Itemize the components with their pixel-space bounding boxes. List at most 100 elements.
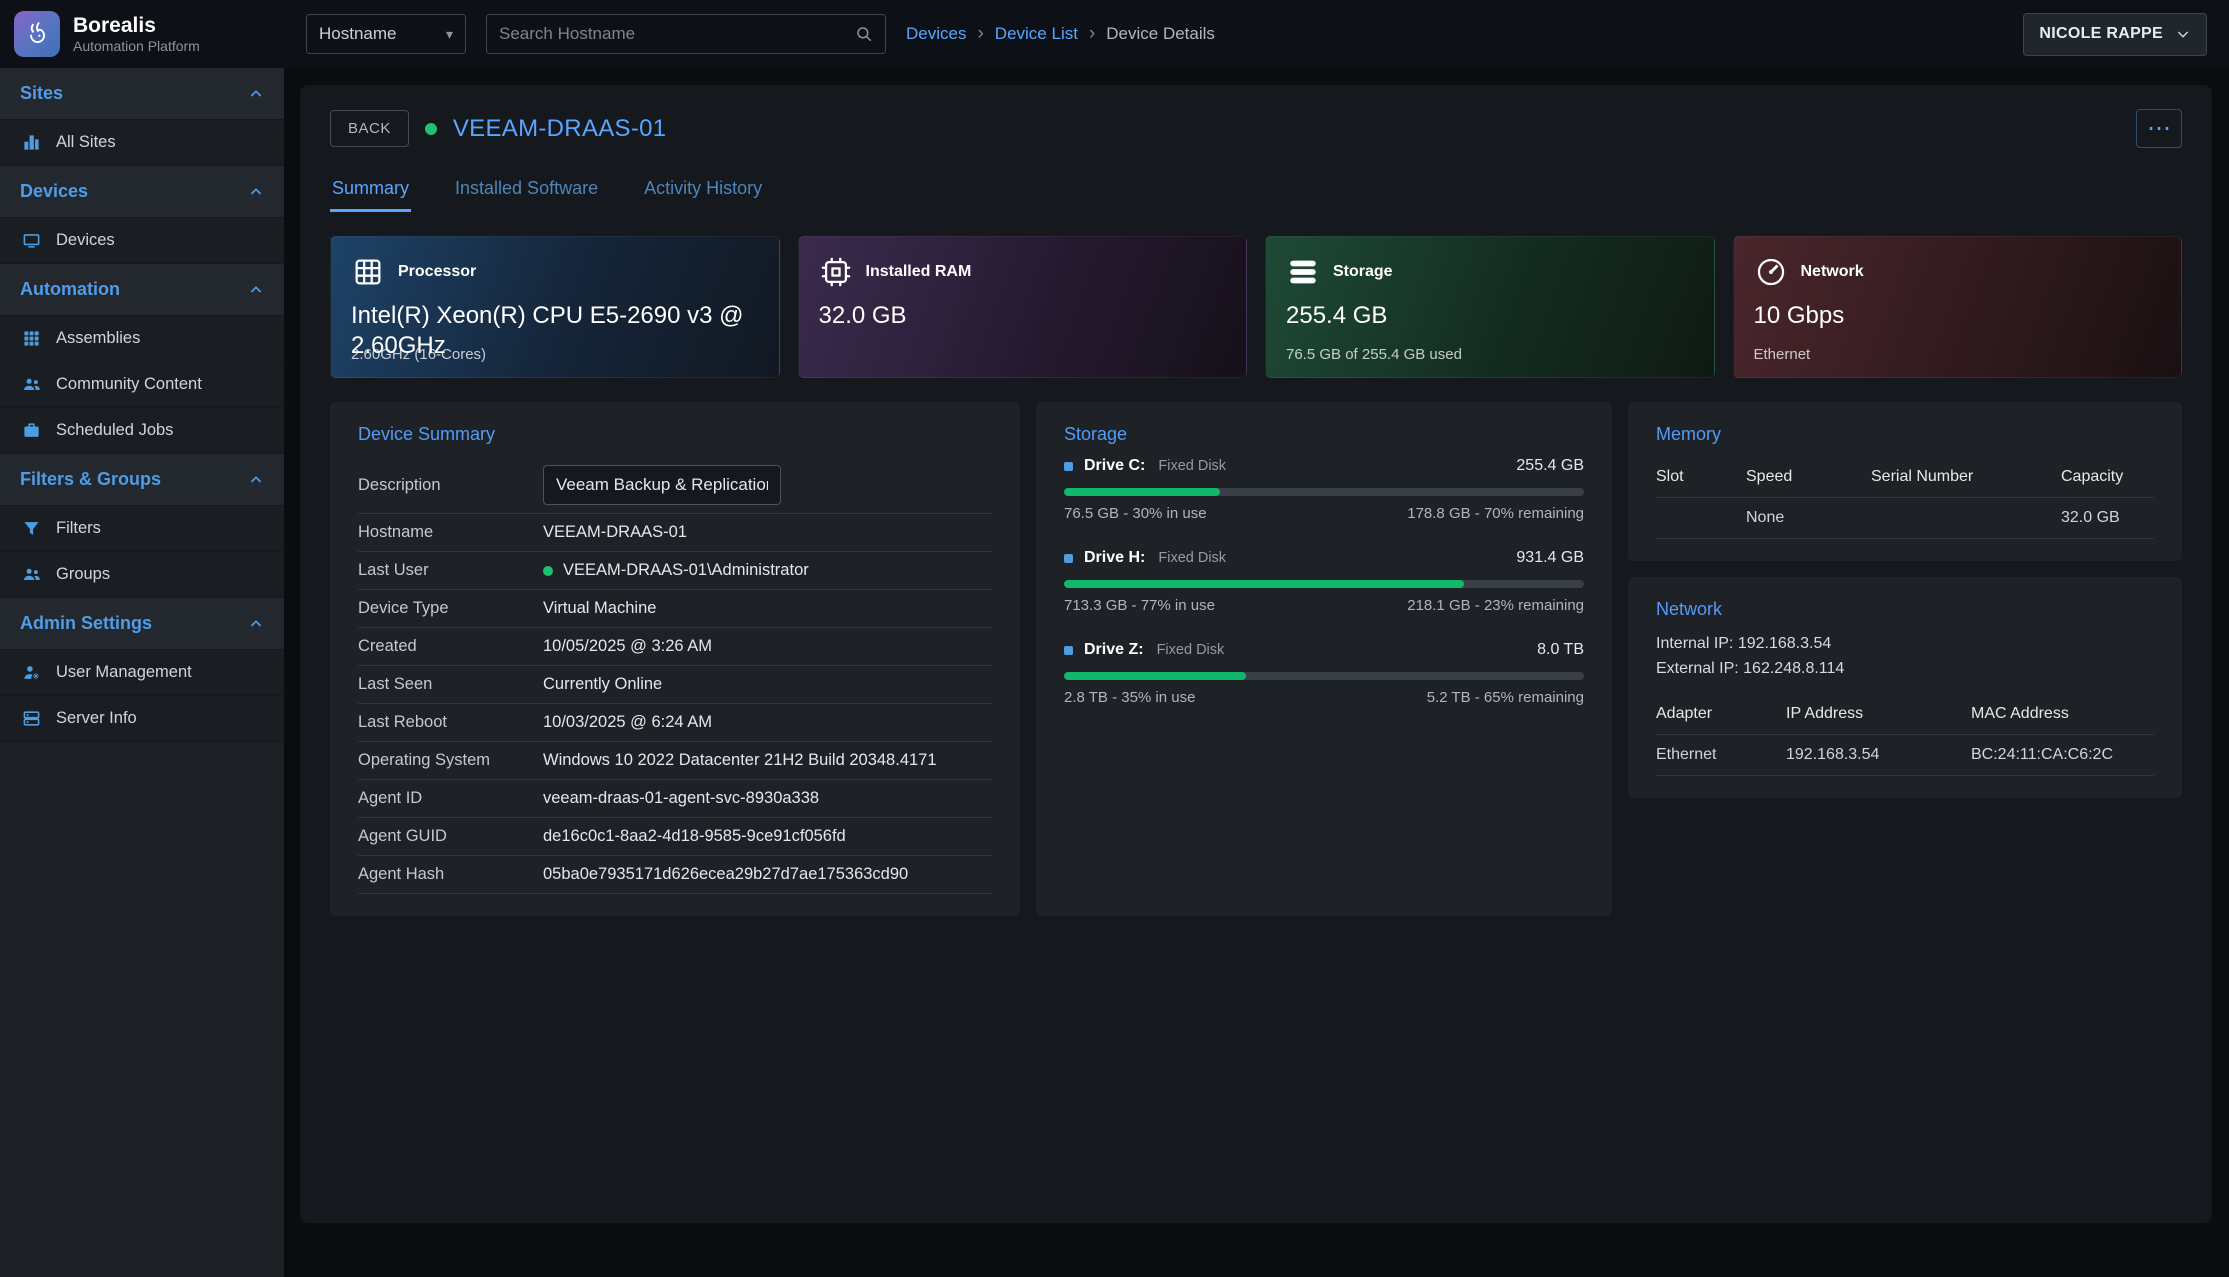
device-summary-card: Device Summary Description Hostname VEEA…: [330, 402, 1020, 916]
drive-type: Fixed Disk: [1157, 642, 1225, 658]
community-people-icon: [22, 375, 41, 394]
sidebar-item-devices[interactable]: Devices: [0, 218, 284, 264]
storage-card: Storage 255.4 GB 76.5 GB of 255.4 GB use…: [1265, 236, 1715, 378]
sidebar: Sites All Sites Devices Devices Automati…: [0, 68, 284, 1277]
row-label: Description: [358, 476, 543, 495]
section-label: Filters & Groups: [20, 469, 161, 490]
column-header: Adapter: [1656, 705, 1786, 723]
row-label: Created: [358, 637, 543, 656]
row-label: Hostname: [358, 523, 543, 542]
stat-card-label: Installed RAM: [866, 263, 972, 281]
drive-bullet-icon: [1064, 646, 1073, 655]
row-value: Virtual Machine: [543, 599, 656, 618]
sidebar-item-server-info[interactable]: Server Info: [0, 696, 284, 742]
hostname-filter-label: Hostname: [319, 24, 396, 44]
tab-installed-software[interactable]: Installed Software: [453, 166, 600, 212]
building-icon: [22, 133, 41, 152]
row-label: Last Reboot: [358, 713, 543, 732]
summary-row-last-reboot: Last Reboot 10/03/2025 @ 6:24 AM: [358, 704, 992, 742]
drive-name: Drive Z:: [1084, 641, 1144, 659]
stat-card-label: Processor: [398, 263, 476, 281]
sidebar-section-admin-settings[interactable]: Admin Settings: [0, 598, 284, 650]
tab-activity-history[interactable]: Activity History: [642, 166, 764, 212]
external-ip-label: External IP:: [1656, 660, 1739, 677]
network-table-row: Ethernet 192.168.3.54 BC:24:11:CA:C6:2C: [1656, 735, 2154, 776]
groups-icon: [22, 565, 41, 584]
memory-slot: [1656, 509, 1746, 527]
sidebar-item-assemblies[interactable]: Assemblies: [0, 316, 284, 362]
summary-row-last-seen: Last Seen Currently Online: [358, 666, 992, 704]
stat-card-label: Storage: [1333, 263, 1393, 281]
user-menu-button[interactable]: NICOLE RAPPE: [2023, 13, 2207, 56]
row-label: Agent ID: [358, 789, 543, 808]
sidebar-item-all-sites[interactable]: All Sites: [0, 120, 284, 166]
storage-stack-icon: [1286, 255, 1320, 289]
drive-size: 8.0 TB: [1537, 641, 1584, 659]
sidebar-item-scheduled-jobs[interactable]: Scheduled Jobs: [0, 408, 284, 454]
summary-row-hostname: Hostname VEEAM-DRAAS-01: [358, 514, 992, 552]
row-value: 05ba0e7935171d626ecea29b27d7ae175363cd90: [543, 865, 908, 884]
sidebar-item-label: User Management: [56, 663, 192, 682]
sidebar-section-filters-groups[interactable]: Filters & Groups: [0, 454, 284, 506]
drive-usage-fill: [1064, 672, 1246, 680]
storage-panel-title: Storage: [1064, 424, 1584, 445]
sidebar-item-user-management[interactable]: User Management: [0, 650, 284, 696]
brand-tagline: Automation Platform: [73, 38, 200, 54]
adapter-ip: 192.168.3.54: [1786, 746, 1971, 764]
row-label: Agent GUID: [358, 827, 543, 846]
device-title: VEEAM-DRAAS-01: [453, 115, 667, 143]
back-button[interactable]: BACK: [330, 110, 409, 147]
sidebar-section-sites[interactable]: Sites: [0, 68, 284, 120]
more-actions-button[interactable]: ⋯: [2136, 109, 2182, 148]
drive-bullet-icon: [1064, 462, 1073, 471]
row-label: Operating System: [358, 751, 543, 770]
description-input[interactable]: [543, 465, 781, 505]
network-panel-title: Network: [1656, 599, 2154, 620]
device-details-panel: BACK VEEAM-DRAAS-01 ⋯ Summary Installed …: [300, 85, 2212, 1223]
sidebar-item-label: Scheduled Jobs: [56, 421, 173, 440]
sidebar-item-groups[interactable]: Groups: [0, 552, 284, 598]
row-value: Currently Online: [543, 675, 662, 694]
drive-usage-fill: [1064, 488, 1220, 496]
online-status-dot: [425, 123, 437, 135]
rabbit-logo-icon: [22, 19, 52, 49]
row-value: VEEAM-DRAAS-01\Administrator: [563, 561, 809, 580]
section-label: Automation: [20, 279, 120, 300]
sidebar-section-automation[interactable]: Automation: [0, 264, 284, 316]
stat-card-label: Network: [1801, 263, 1864, 281]
search-input[interactable]: [499, 24, 855, 44]
hostname-filter-dropdown[interactable]: Hostname ▾: [306, 14, 466, 54]
breadcrumb-devices-link[interactable]: Devices: [906, 24, 966, 44]
ram-chip-icon: [819, 255, 853, 289]
column-header: Speed: [1746, 468, 1871, 486]
dropdown-caret-icon: ▾: [446, 26, 453, 43]
user-name: NICOLE RAPPE: [2039, 25, 2163, 43]
chevron-up-icon: [248, 282, 264, 298]
network-details-card: Network Internal IP: 192.168.3.54 Extern…: [1628, 577, 2182, 798]
summary-row-agent-guid: Agent GUID de16c0c1-8aa2-4d18-9585-9ce91…: [358, 818, 992, 856]
stat-cards: Processor Intel(R) Xeon(R) CPU E5-2690 v…: [330, 236, 2182, 378]
network-card: Network 10 Gbps Ethernet: [1733, 236, 2183, 378]
topbar: Hostname ▾ Devices › Device List › Devic…: [284, 0, 2229, 68]
sidebar-item-community-content[interactable]: Community Content: [0, 362, 284, 408]
drive-size: 255.4 GB: [1516, 457, 1584, 475]
brand-text: Borealis Automation Platform: [73, 14, 200, 54]
row-value: 10/03/2025 @ 6:24 AM: [543, 713, 712, 732]
installed-ram-card: Installed RAM 32.0 GB: [798, 236, 1248, 378]
row-value: 10/05/2025 @ 3:26 AM: [543, 637, 712, 656]
breadcrumb-current: Device Details: [1106, 24, 1215, 44]
drive-remaining-text: 5.2 TB - 65% remaining: [1427, 689, 1584, 706]
storage-value: 255.4 GB: [1286, 301, 1694, 331]
summary-row-description: Description: [358, 457, 992, 514]
search-icon[interactable]: [855, 25, 873, 43]
sidebar-section-devices[interactable]: Devices: [0, 166, 284, 218]
tab-summary[interactable]: Summary: [330, 166, 411, 212]
drive-name: Drive C:: [1084, 457, 1145, 475]
detail-columns: Device Summary Description Hostname VEEA…: [330, 402, 2182, 916]
breadcrumb: Devices › Device List › Device Details: [906, 23, 1215, 45]
breadcrumb-device-list-link[interactable]: Device List: [995, 24, 1078, 44]
sidebar-item-filters[interactable]: Filters: [0, 506, 284, 552]
processor-card: Processor Intel(R) Xeon(R) CPU E5-2690 v…: [330, 236, 780, 378]
column-header: IP Address: [1786, 705, 1971, 723]
drive-used-text: 2.8 TB - 35% in use: [1064, 689, 1195, 706]
